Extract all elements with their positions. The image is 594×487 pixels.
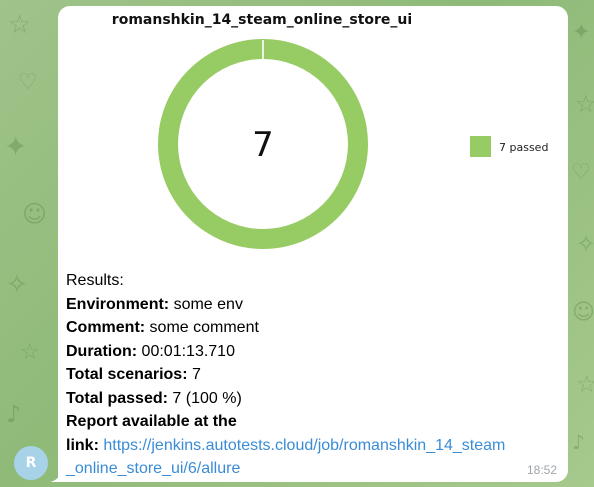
message-timestamp: 18:52	[526, 463, 557, 477]
environment-value: some env	[169, 295, 243, 313]
allure-chart-image[interactable]: romanshkin_14_steam_online_store_ui 7 7 …	[58, 6, 568, 264]
comment-line: Comment: some comment	[66, 316, 566, 340]
message-bubble: romanshkin_14_steam_online_store_ui 7 7 …	[58, 6, 568, 482]
results-heading-text: Results:	[66, 272, 124, 289]
duration-label: Duration:	[66, 342, 138, 360]
report-link-label-2: link:	[66, 436, 99, 454]
donut-chart: romanshkin_14_steam_online_store_ui 7 7 …	[112, 12, 548, 249]
avatar-letter: R	[25, 455, 37, 471]
total-scenarios-line: Total scenarios: 7	[66, 363, 566, 387]
total-scenarios-value: 7	[187, 366, 201, 383]
allure-report-link[interactable]: https://jenkins.autotests.cloud/job/roma…	[103, 437, 505, 454]
report-link-label-line: Report available at the	[66, 410, 566, 434]
allure-report-link-continued[interactable]: _online_store_ui/6/allure	[66, 460, 240, 477]
chart-title: romanshkin_14_steam_online_store_ui	[112, 12, 412, 28]
report-link-label-1: Report available at the	[66, 413, 237, 430]
report-link-line: link: https://jenkins.autotests.cloud/jo…	[66, 434, 566, 458]
duration-line: Duration: 00:01:13.710	[66, 340, 566, 364]
total-passed-value: 7 (100 %)	[167, 389, 242, 407]
environment-label: Environment:	[66, 295, 170, 313]
chart-legend: 7 passed	[470, 136, 548, 157]
allure-report-link-part-1: https://jenkins.autotests.cloud/job/roma…	[103, 436, 506, 454]
comment-label: Comment:	[66, 319, 146, 336]
legend-label-0: 7 passed	[499, 141, 548, 154]
report-link-continuation: _online_store_ui/6/allure	[66, 457, 566, 481]
duration-value: 00:01:13.710	[137, 342, 235, 360]
report-summary: Results: Environment: some env Comment: …	[66, 269, 566, 481]
total-scenarios-label: Total scenarios:	[66, 366, 188, 383]
total-passed-line: Total passed: 7 (100 %)	[66, 387, 566, 411]
sender-avatar[interactable]: R	[14, 446, 48, 480]
donut-center-value: 7	[252, 125, 274, 165]
total-passed-label: Total passed:	[66, 389, 168, 407]
results-heading: Results:	[66, 269, 566, 293]
comment-value: some comment	[145, 319, 259, 336]
allure-report-link-part-2: _online_store_ui/6/allure	[66, 460, 241, 477]
environment-line: Environment: some env	[66, 293, 566, 317]
legend-swatch-0	[470, 136, 491, 157]
